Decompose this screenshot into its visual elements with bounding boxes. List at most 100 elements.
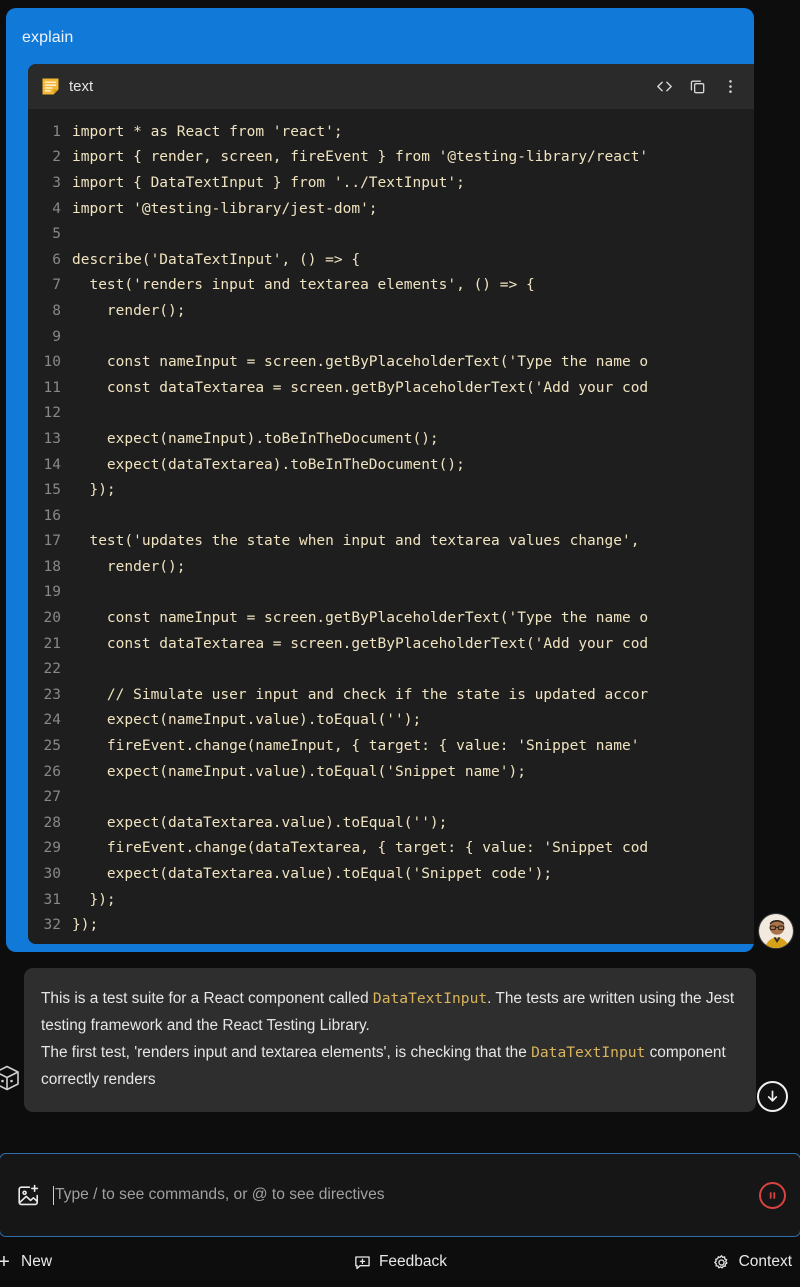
code-line: 29 fireEvent.change(dataTextarea, { targ… — [28, 836, 754, 862]
code-line: 19 — [28, 580, 754, 606]
code-line-number: 8 — [52, 302, 61, 319]
code-line: 28 expect(dataTextarea.value).toEqual(''… — [28, 810, 754, 836]
composer-input-area[interactable]: Type / to see commands, or @ to see dire… — [53, 1185, 749, 1205]
code-line-number: 2 — [52, 149, 61, 166]
code-line: 21 const dataTextarea = screen.getByPlac… — [28, 631, 754, 657]
stop-generation-button[interactable] — [759, 1181, 786, 1209]
code-line-number: 13 — [43, 430, 61, 447]
code-line-number: 23 — [43, 686, 61, 703]
scroll-to-bottom-button[interactable] — [757, 1081, 788, 1112]
code-line-text: expect(nameInput).toBeInTheDocument(); — [72, 430, 439, 447]
code-line: 24 expect(nameInput.value).toEqual(''); — [28, 708, 754, 734]
code-line-number: 31 — [43, 891, 61, 908]
new-button-label: New — [21, 1253, 53, 1270]
code-line-text: // Simulate user input and check if the … — [72, 686, 649, 703]
code-line-text: }); — [72, 891, 116, 908]
view-code-icon[interactable] — [655, 77, 674, 96]
code-line: 8 render(); — [28, 298, 754, 324]
code-line-number: 24 — [43, 712, 61, 729]
code-line-text: expect(dataTextarea).toBeInTheDocument()… — [72, 456, 465, 473]
context-button[interactable]: Context — [713, 1253, 792, 1271]
composer-placeholder: Type / to see commands, or @ to see dire… — [55, 1186, 385, 1203]
code-line-number: 4 — [52, 200, 61, 217]
copy-icon[interactable] — [688, 77, 707, 96]
explain-message-block: explain text 1 import * as React from 'r… — [6, 8, 754, 952]
more-options-icon[interactable] — [721, 77, 740, 96]
code-line-number: 10 — [43, 354, 61, 371]
feedback-bubble-icon — [353, 1253, 371, 1271]
code-line-number: 1 — [52, 123, 61, 140]
code-line-number: 16 — [43, 507, 61, 524]
code-line-number: 29 — [43, 840, 61, 857]
code-line-text: expect(dataTextarea.value).toEqual('Snip… — [72, 866, 553, 883]
code-line: 18 render(); — [28, 554, 754, 580]
code-line-number: 27 — [43, 789, 61, 806]
code-line: 5 — [28, 221, 754, 247]
code-line-number: 9 — [52, 328, 61, 345]
code-line-number: 3 — [52, 174, 61, 191]
explanation-p2-before: The first test, 'renders input and texta… — [41, 1044, 532, 1061]
code-line: 14 expect(dataTextarea).toBeInTheDocumen… — [28, 452, 754, 478]
new-button[interactable]: + New — [0, 1251, 53, 1273]
code-line-number: 22 — [43, 661, 61, 678]
code-line-text: describe('DataTextInput', () => { — [72, 251, 361, 268]
conversation-area: explain text 1 import * as React from 'r… — [0, 0, 800, 1287]
code-card-header: text — [28, 64, 754, 109]
code-line: 17 test('updates the state when input an… — [28, 529, 754, 555]
code-line-text: import { render, screen, fireEvent } fro… — [72, 149, 649, 166]
code-line-text: expect(nameInput.value).toEqual(''); — [72, 712, 422, 729]
plus-icon: + — [0, 1251, 10, 1273]
code-line-text: render(); — [72, 302, 186, 319]
code-line-text: test('renders input and textarea element… — [72, 277, 535, 294]
code-line: 3 import { DataTextInput } from '../TextI… — [28, 170, 754, 196]
code-line: 25 fireEvent.change(nameInput, { target:… — [28, 733, 754, 759]
code-card-actions — [655, 77, 740, 96]
cube-icon[interactable] — [0, 1063, 22, 1093]
explanation-p1-before: This is a test suite for a React compone… — [41, 990, 373, 1007]
code-line-text: import { DataTextInput } from '../TextIn… — [72, 174, 465, 191]
code-line: 16 — [28, 503, 754, 529]
code-line-text: const nameInput = screen.getByPlaceholde… — [72, 354, 649, 371]
code-card-title-group: text — [41, 77, 93, 96]
code-lines-container[interactable]: 1 import * as React from 'react'; 2 import … — [28, 109, 754, 944]
status-bar: + New Feedback Context — [0, 1237, 800, 1287]
explanation-p2-code: DataTextInput — [531, 1044, 646, 1061]
explanation-p1-code: DataTextInput — [372, 990, 488, 1007]
code-line: 30 expect(dataTextarea.value).toEqual('S… — [28, 861, 754, 887]
code-line-text: const nameInput = screen.getByPlaceholde… — [72, 610, 649, 627]
code-line-text: fireEvent.change(nameInput, { target: { … — [72, 738, 640, 755]
code-line: 6 describe('DataTextInput', () => { — [28, 247, 754, 273]
context-button-label: Context — [738, 1253, 792, 1270]
code-line-text: expect(nameInput.value).toEqual('Snippet… — [72, 763, 526, 780]
code-line: 7 test('renders input and textarea eleme… — [28, 273, 754, 299]
feedback-button-label: Feedback — [378, 1253, 448, 1270]
code-line-number: 12 — [43, 405, 61, 422]
code-line-number: 21 — [43, 635, 61, 652]
code-line: 1 import * as React from 'react'; — [28, 119, 754, 145]
code-line-number: 14 — [43, 456, 61, 473]
code-line: 12 — [28, 401, 754, 427]
explanation-paragraph-1: This is a test suite for a React compone… — [41, 985, 736, 1039]
code-line-text: test('updates the state when input and t… — [72, 533, 640, 550]
composer-wrapper: Type / to see commands, or @ to see dire… — [0, 1153, 800, 1237]
user-avatar — [758, 913, 794, 949]
code-line-number: 11 — [43, 379, 61, 396]
composer-bar[interactable]: Type / to see commands, or @ to see dire… — [0, 1153, 800, 1237]
code-line-number: 6 — [52, 251, 61, 268]
code-line-text: }); — [72, 917, 99, 934]
message-label: explain — [22, 29, 74, 46]
feedback-button[interactable]: Feedback — [353, 1253, 447, 1271]
add-image-icon[interactable] — [16, 1183, 41, 1208]
code-line-number: 30 — [43, 866, 61, 883]
code-line-number: 28 — [43, 814, 61, 831]
code-line-number: 7 — [52, 277, 61, 294]
code-line: 13 expect(nameInput).toBeInTheDocument()… — [28, 426, 754, 452]
code-line: 27 — [28, 784, 754, 810]
code-line-number: 15 — [43, 482, 61, 499]
code-line: 4 import '@testing-library/jest-dom'; — [28, 196, 754, 222]
code-line: 23 // Simulate user input and check if t… — [28, 682, 754, 708]
code-line-text: fireEvent.change(dataTextarea, { target:… — [72, 840, 649, 857]
code-line-text: import * as React from 'react'; — [72, 123, 343, 140]
code-line: 22 — [28, 656, 754, 682]
code-card: text 1 import * as React from 'react'; 2… — [28, 64, 754, 944]
